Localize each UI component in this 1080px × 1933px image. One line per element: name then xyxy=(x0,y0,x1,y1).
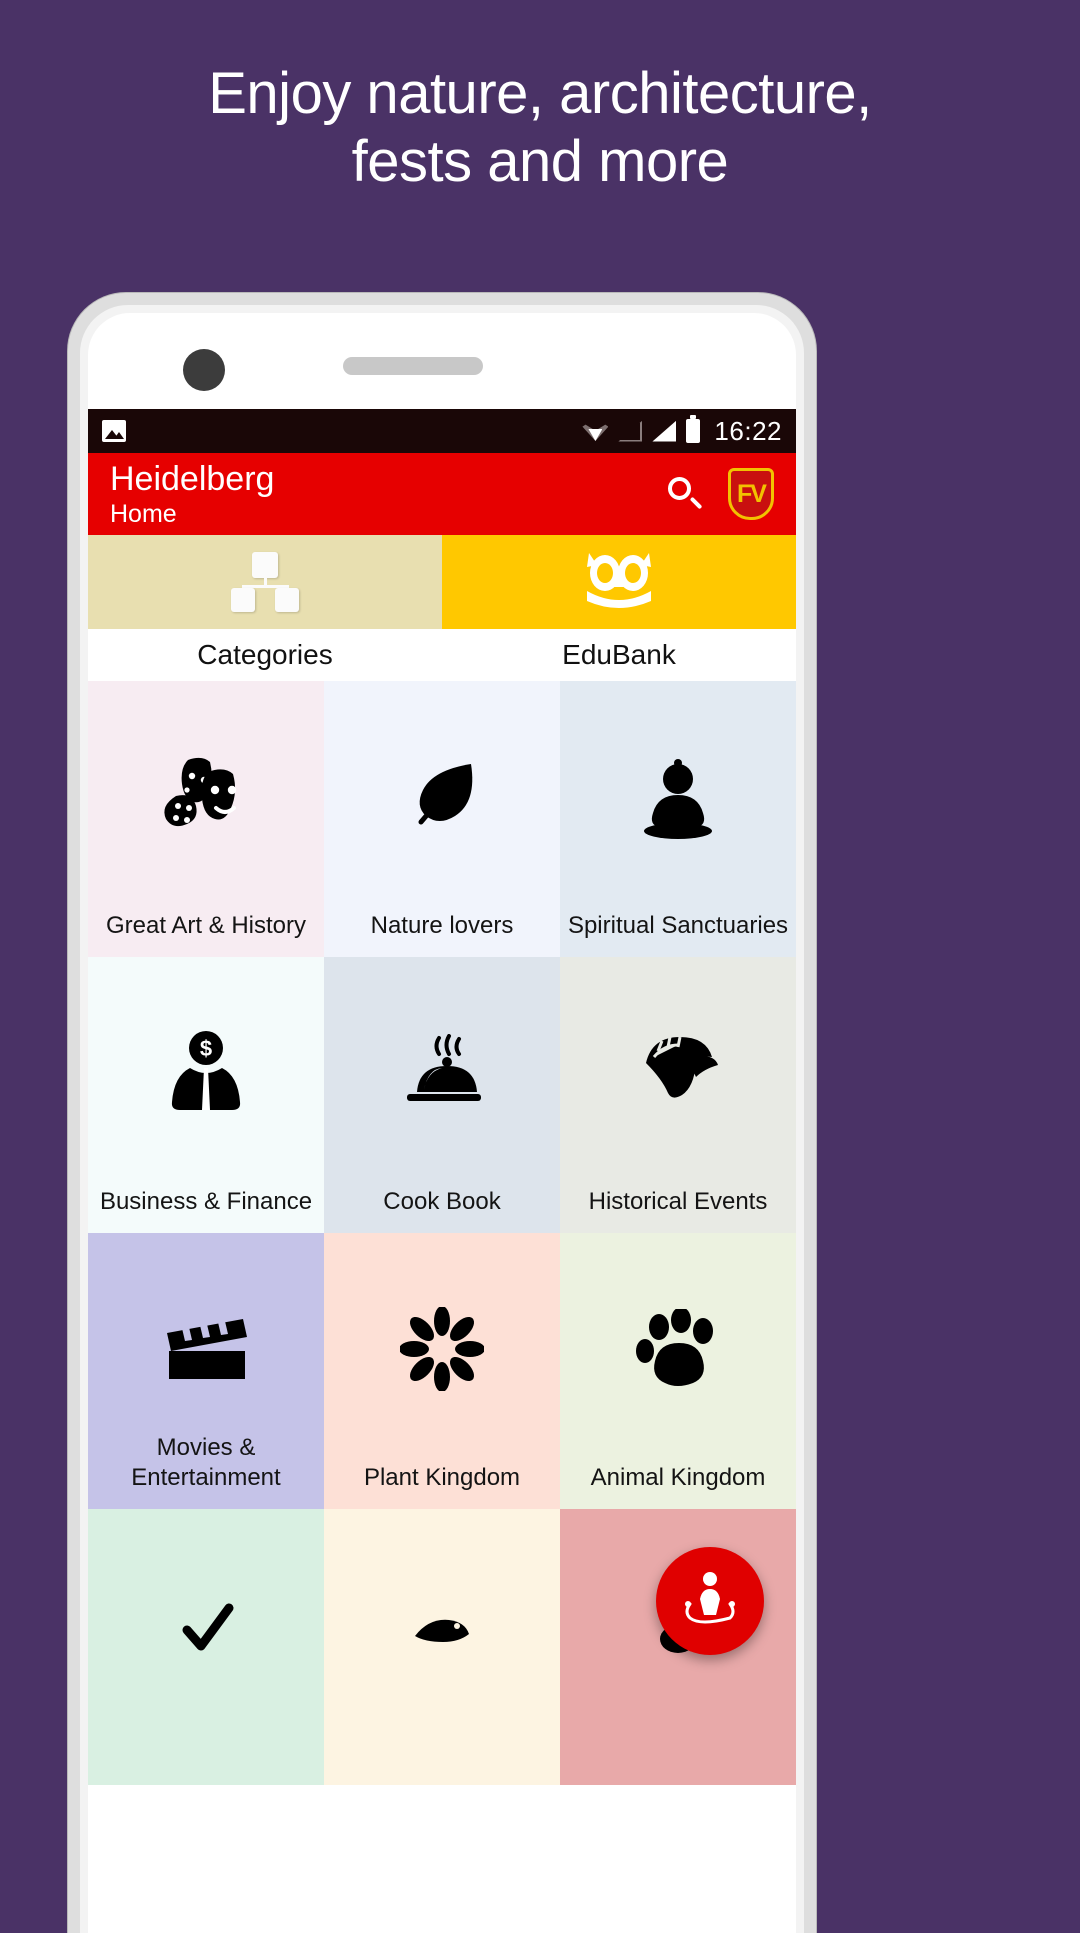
buddha-icon xyxy=(560,681,796,913)
tile-movies-entertainment[interactable]: Movies & Entertainment xyxy=(88,1233,324,1509)
owl-icon xyxy=(581,551,657,614)
tile-label: Spiritual Sanctuaries xyxy=(567,912,789,939)
theater-masks-palette-icon xyxy=(88,681,324,913)
svg-text:$: $ xyxy=(200,1036,212,1061)
tab-bar xyxy=(88,535,796,629)
promo-line-1: Enjoy nature, architecture, xyxy=(208,61,872,126)
tile-row4-col2[interactable] xyxy=(324,1509,560,1785)
tile-plant-kingdom[interactable]: Plant Kingdom xyxy=(324,1233,560,1509)
signal-empty-icon xyxy=(618,420,643,442)
tile-historical-events[interactable]: Historical Events xyxy=(560,957,796,1233)
tile-cook-book[interactable]: Cook Book xyxy=(324,957,560,1233)
page-title: Heidelberg xyxy=(110,459,275,498)
shield-logo-icon[interactable]: FV xyxy=(728,468,774,520)
phone-front-panel: 16:22 Heidelberg Home FV Categories EduB… xyxy=(88,313,796,1933)
phone-screen: 16:22 Heidelberg Home FV Categories EduB… xyxy=(88,409,796,1933)
tab-label-edubank[interactable]: EduBank xyxy=(442,629,796,681)
earpiece-speaker xyxy=(343,357,483,375)
leaf-icon xyxy=(324,681,560,913)
tile-label: Cook Book xyxy=(383,1188,501,1215)
check-icon xyxy=(88,1509,324,1741)
flower-icon xyxy=(324,1233,560,1465)
clapperboard-icon xyxy=(88,1233,324,1465)
tile-label: Great Art & History xyxy=(105,912,307,939)
tab-edubank[interactable] xyxy=(442,535,796,629)
food-cloche-icon xyxy=(324,957,560,1189)
tile-row4-col1[interactable] xyxy=(88,1509,324,1785)
tile-label: Movies & Entertainment xyxy=(131,1434,281,1491)
tile-label: Business & Finance xyxy=(99,1188,313,1215)
sitemap-icon xyxy=(229,552,301,612)
spartan-helmet-icon xyxy=(560,957,796,1189)
brand-label: FV xyxy=(737,479,767,508)
tab-label-categories[interactable]: Categories xyxy=(88,629,442,681)
page-subtitle: Home xyxy=(110,499,177,528)
status-bar: 16:22 xyxy=(88,409,796,453)
locate-fab-button[interactable] xyxy=(656,1547,764,1655)
tile-label: Historical Events xyxy=(588,1188,768,1215)
businessman-dollar-icon: $ xyxy=(88,957,324,1189)
battery-full-icon xyxy=(686,415,701,443)
front-camera-icon xyxy=(183,349,225,391)
tile-great-art-history[interactable]: Great Art & History xyxy=(88,681,324,957)
promo-headline: Enjoy nature, architecture, fests and mo… xyxy=(0,60,1080,197)
wifi-icon xyxy=(582,421,609,441)
promo-line-2: fests and more xyxy=(351,129,729,195)
person-location-icon xyxy=(677,1566,743,1637)
tile-label: Animal Kingdom xyxy=(590,1464,766,1491)
search-icon[interactable] xyxy=(668,477,703,511)
phone-inner-bezel: 16:22 Heidelberg Home FV Categories EduB… xyxy=(80,305,804,1933)
app-bar: Heidelberg Home FV xyxy=(88,453,796,535)
partial-icon xyxy=(324,1509,560,1741)
tile-nature-lovers[interactable]: Nature lovers xyxy=(324,681,560,957)
tile-label: Plant Kingdom xyxy=(363,1464,521,1491)
photo-icon xyxy=(102,420,126,442)
tile-business-finance[interactable]: $ Business & Finance xyxy=(88,957,324,1233)
tile-spiritual-sanctuaries[interactable]: Spiritual Sanctuaries xyxy=(560,681,796,957)
status-time: 16:22 xyxy=(714,415,782,446)
signal-full-icon xyxy=(652,420,677,442)
tab-label-row: Categories EduBank xyxy=(88,629,796,681)
tile-row4-col3[interactable] xyxy=(560,1509,796,1785)
phone-mockup: 16:22 Heidelberg Home FV Categories EduB… xyxy=(68,293,816,1933)
tile-animal-kingdom[interactable]: Animal Kingdom xyxy=(560,1233,796,1509)
tab-categories[interactable] xyxy=(88,535,442,629)
paw-print-icon xyxy=(560,1233,796,1465)
tile-label: Nature lovers xyxy=(370,912,514,939)
